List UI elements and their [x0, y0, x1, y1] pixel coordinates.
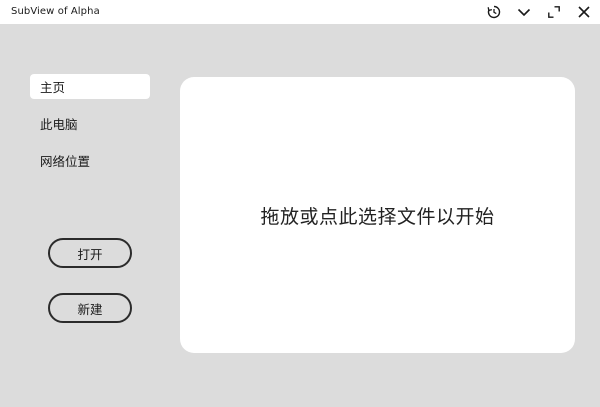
dropdown-button[interactable] [513, 2, 535, 22]
sidebar-item-label: 此电脑 [40, 117, 78, 132]
window-title: SubView of Alpha [11, 6, 100, 17]
drop-zone-text: 拖放或点此选择文件以开始 [260, 205, 495, 228]
app-window: SubView of Alpha 主页 此电脑 网络位置 打开 新建 拖放或点此… [0, 0, 600, 407]
history-icon [487, 5, 501, 19]
sidebar-item-label: 主页 [40, 80, 66, 95]
title-bar[interactable]: SubView of Alpha [0, 0, 600, 24]
chevron-down-icon [517, 8, 531, 17]
maximize-button[interactable] [543, 2, 565, 22]
sidebar-item-home[interactable]: 主页 [30, 74, 150, 99]
maximize-icon [548, 6, 560, 18]
open-button-label: 打开 [77, 246, 103, 262]
new-button[interactable]: 新建 [48, 293, 132, 323]
sidebar-item-this-pc[interactable]: 此电脑 [30, 111, 150, 136]
file-drop-zone[interactable]: 拖放或点此选择文件以开始 [180, 77, 575, 353]
close-icon [578, 6, 590, 18]
close-button[interactable] [573, 2, 595, 22]
sidebar-item-network-location[interactable]: 网络位置 [30, 148, 150, 173]
new-button-label: 新建 [77, 301, 103, 317]
sidebar-item-label: 网络位置 [40, 154, 91, 169]
open-button[interactable]: 打开 [48, 238, 132, 268]
history-button[interactable] [483, 2, 505, 22]
